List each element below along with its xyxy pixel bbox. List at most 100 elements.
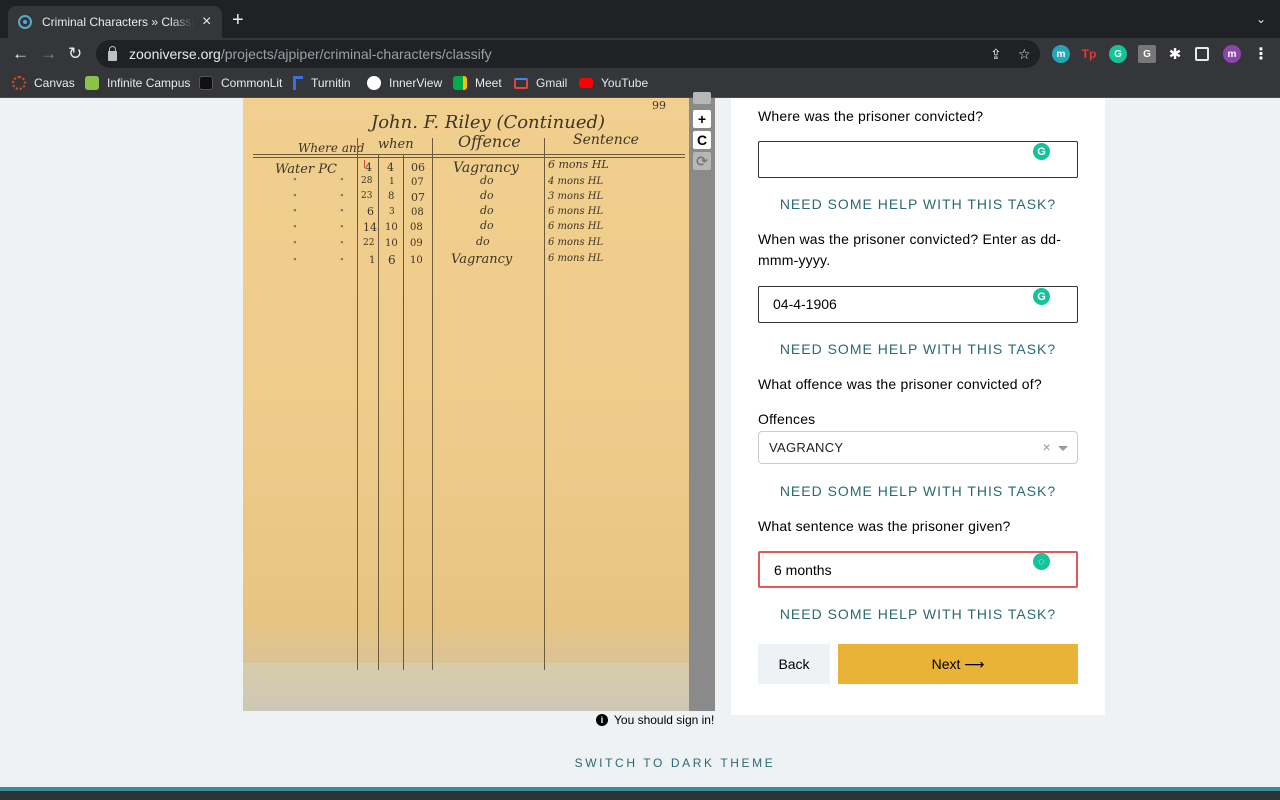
grammarly-extension-icon[interactable]: G — [1109, 45, 1127, 63]
sign-in-text: You should sign in! — [614, 713, 715, 727]
url-path: /projects/ajpiper/criminal-characters/cl… — [220, 46, 492, 62]
ledger-year: 09 — [410, 238, 423, 249]
bookmark-label: Gmail — [536, 76, 568, 90]
sentence-input[interactable]: 6 months — [758, 551, 1078, 588]
page-number: 99 — [652, 99, 666, 112]
dropdown-arrow-icon[interactable] — [1058, 446, 1068, 451]
bookmark-label: Turnitin — [311, 76, 351, 90]
question-when: When was the prisoner convicted? Enter a… — [758, 231, 1062, 268]
help-link[interactable]: NEED SOME HELP WITH THIS TASK? — [758, 483, 1078, 499]
ledger-place-ditto: " — [340, 240, 344, 249]
bookmarks-bar: Canvas Infinite Campus CommonLit Turniti… — [0, 70, 1280, 98]
question-sentence: What sentence was the prisoner given? — [758, 518, 1011, 534]
bookmark-youtube[interactable]: YouTube — [579, 76, 648, 90]
bookmark-label: Infinite Campus — [107, 76, 191, 90]
ledger-day: 28 — [361, 176, 373, 186]
bookmark-label: InnerView — [389, 76, 443, 90]
ledger-place-ditto: " — [340, 257, 344, 266]
ledger-place: " — [293, 208, 297, 217]
reset-view-button[interactable]: C — [693, 131, 711, 149]
forward-arrow-icon[interactable]: → — [40, 43, 57, 65]
column-header-where: Where and — [298, 141, 365, 155]
clear-selection-icon[interactable]: × — [1043, 439, 1051, 455]
ledger-year: 06 — [411, 161, 425, 174]
bookmark-label: Meet — [475, 76, 502, 90]
help-link[interactable]: NEED SOME HELP WITH THIS TASK? — [758, 341, 1078, 357]
commonlit-book-icon — [199, 76, 213, 90]
extension-m-icon[interactable]: m — [1052, 45, 1070, 63]
ledger-day: 14 — [363, 221, 377, 234]
side-panel-icon[interactable] — [1195, 47, 1209, 61]
offences-label: Offences — [758, 411, 816, 427]
zoom-out-button[interactable] — [693, 92, 711, 104]
browser-toolbar: ← → ↻ zooniverse.org/projects/ajpiper/cr… — [0, 38, 1280, 70]
help-link[interactable]: NEED SOME HELP WITH THIS TASK? — [758, 196, 1078, 212]
ledger-day: 23 — [361, 191, 373, 201]
bookmark-star-icon[interactable]: ☆ — [1018, 46, 1031, 63]
tab-close-icon[interactable]: × — [202, 14, 211, 30]
tab-search-chevron-icon[interactable]: ⌄ — [1256, 12, 1266, 26]
url-host: zooniverse.org — [129, 46, 221, 62]
ledger-offence: do — [476, 235, 490, 248]
bookmark-turnitin[interactable]: Turnitin — [293, 76, 351, 90]
ledger-sentence: 4 mons HL — [548, 176, 604, 187]
grammarly-icon[interactable]: G — [1033, 288, 1050, 305]
back-button[interactable]: Back — [758, 644, 830, 684]
subject-viewer[interactable]: 99 John. F. Riley (Continued) Where and … — [243, 98, 715, 711]
column-header-offence: Offence — [458, 132, 521, 151]
next-button[interactable]: Next ⟶ — [838, 644, 1078, 684]
bookmark-innerview[interactable]: InnerView — [367, 76, 442, 90]
zooniverse-favicon-icon — [18, 15, 32, 29]
youtube-icon — [579, 78, 593, 88]
ledger-place: " — [293, 257, 297, 266]
profile-avatar[interactable]: m — [1223, 45, 1241, 63]
ledger-year: 07 — [411, 191, 425, 204]
bookmark-gmail[interactable]: Gmail — [514, 76, 567, 90]
bookmark-commonlit[interactable]: CommonLit — [199, 76, 282, 90]
rotate-button[interactable]: ⟳ — [693, 152, 711, 170]
turnitin-icon — [293, 76, 303, 90]
bookmark-canvas[interactable]: Canvas — [12, 76, 75, 90]
column-rule — [432, 138, 433, 670]
header-rule — [253, 154, 685, 155]
where-convicted-input[interactable] — [758, 141, 1078, 178]
ledger-place: Water PC — [275, 162, 337, 177]
ledger-day: 6 — [367, 205, 374, 218]
ledger-month: 3 — [389, 207, 395, 217]
extensions-puzzle-icon[interactable]: ✱ — [1166, 45, 1184, 63]
offences-select[interactable]: VAGRANCY × — [758, 431, 1078, 464]
back-arrow-icon[interactable]: ← — [12, 43, 29, 65]
ledger-place: " — [293, 193, 297, 202]
zoom-in-button[interactable]: + — [693, 110, 711, 128]
bookmark-label: Canvas — [34, 76, 75, 90]
ledger-place-ditto: " — [340, 208, 344, 217]
ledger-heading: John. F. Riley (Continued) — [371, 112, 606, 133]
info-icon: i — [596, 714, 608, 726]
ledger-sentence: 6 mons HL — [548, 206, 604, 217]
grammarly-icon[interactable]: G — [1033, 143, 1050, 160]
footer-band — [0, 787, 1280, 800]
canvas-icon — [12, 76, 26, 90]
browser-tab[interactable]: Criminal Characters » Classify × — [8, 6, 222, 38]
ledger-place: " — [293, 240, 297, 249]
bookmark-infinite-campus[interactable]: Infinite Campus — [85, 76, 190, 90]
ledger-day: 1 — [369, 255, 376, 266]
when-convicted-input[interactable]: 04-4-1906 — [758, 286, 1078, 323]
address-bar[interactable]: zooniverse.org/projects/ajpiper/criminal… — [96, 40, 1040, 68]
grammarly-loading-icon[interactable]: ◌ — [1033, 553, 1050, 570]
chrome-menu-icon[interactable]: ⋮ — [1252, 45, 1270, 63]
ledger-place-ditto: " — [340, 177, 344, 186]
ledger-sentence: 6 mons HL — [548, 253, 604, 264]
tab-title: Criminal Characters » Classify — [42, 15, 194, 29]
ledger-day: 22 — [363, 238, 375, 248]
help-link[interactable]: NEED SOME HELP WITH THIS TASK? — [758, 606, 1078, 622]
bookmark-meet[interactable]: Meet — [453, 76, 502, 90]
extension-g-icon[interactable]: G — [1138, 45, 1156, 63]
share-icon[interactable]: ⇪ — [990, 46, 1002, 63]
switch-dark-theme-link[interactable]: SWITCH TO DARK THEME — [0, 756, 1280, 770]
ledger-month: 4 — [387, 161, 394, 174]
meet-icon — [453, 76, 467, 90]
reload-icon[interactable]: ↻ — [68, 43, 82, 65]
new-tab-button[interactable]: + — [232, 10, 244, 30]
extension-tp-icon[interactable]: Tp — [1080, 45, 1098, 63]
